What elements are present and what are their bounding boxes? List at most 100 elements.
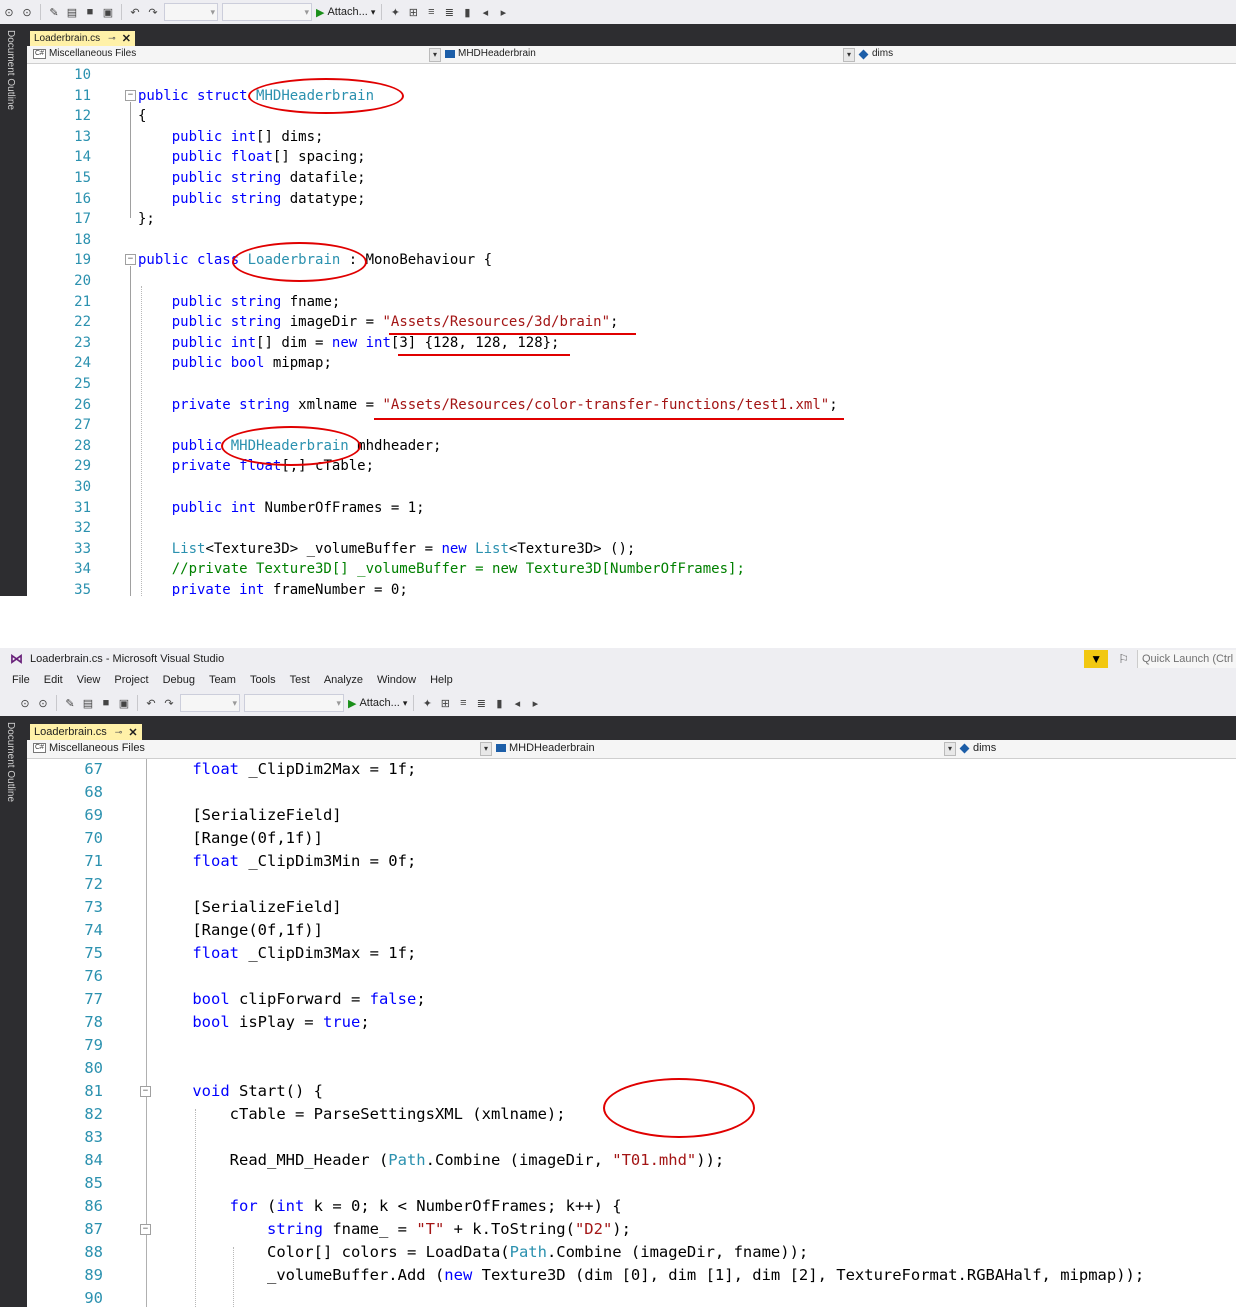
menu-team[interactable]: Team [207,674,238,686]
save-all-icon[interactable]: ▣ [101,4,115,20]
code-line[interactable]: 75 float _ClipDim3Max = 1f; [27,942,1227,965]
menu-edit[interactable]: Edit [42,674,65,686]
member-combo[interactable]: dims [958,741,1228,755]
code-line[interactable]: 69 [SerializeField] [27,804,1227,827]
comment-icon[interactable]: ≡ [456,695,470,711]
code-line[interactable]: 72 [27,873,1227,896]
type-combo[interactable]: MHDHeaderbrain [443,47,853,61]
code-line[interactable]: 76 [27,965,1227,988]
code-line[interactable]: 74 [Range(0f,1f)] [27,919,1227,942]
menu-help[interactable]: Help [428,674,455,686]
save-icon[interactable]: ■ [99,695,113,711]
open-file-icon[interactable]: ▤ [65,4,79,20]
code-line[interactable]: 80 [27,1057,1227,1080]
code-line[interactable]: 24 public bool mipmap; [27,353,1227,374]
menu-file[interactable]: File [10,674,32,686]
code-line[interactable]: 15 public string datafile; [27,168,1227,189]
solution-config-combo[interactable] [164,3,218,21]
code-line[interactable]: 11 public struct MHDHeaderbrain [27,86,1227,107]
uncomment-icon[interactable]: ≣ [474,695,488,711]
browser-link-icon[interactable]: ✦ [388,4,402,20]
code-line[interactable]: 77 bool clipForward = false; [27,988,1227,1011]
code-line[interactable]: 67 float _ClipDim2Max = 1f; [27,759,1227,781]
code-line[interactable]: 33 List<Texture3D> _volumeBuffer = new L… [27,539,1227,560]
new-project-icon[interactable]: ✎ [63,695,77,711]
solution-platform-combo[interactable] [222,3,312,21]
document-outline-panel[interactable]: Document Outline [0,24,27,596]
browser-link-icon[interactable]: ✦ [420,695,434,711]
chevron-down-icon[interactable]: ▾ [480,742,492,756]
project-combo[interactable]: C# Miscellaneous Files [30,741,490,755]
menu-view[interactable]: View [75,674,103,686]
back-icon[interactable]: ⊙ [18,695,32,711]
close-icon[interactable]: ✕ [122,32,131,45]
code-line[interactable]: 85 [27,1172,1227,1195]
code-line[interactable]: 10 [27,65,1227,86]
save-icon[interactable]: ■ [83,4,97,20]
menu-debug[interactable]: Debug [161,674,197,686]
code-line[interactable]: 90 [27,1287,1227,1307]
fold-region-line[interactable] [130,102,131,218]
code-line[interactable]: 29 private float[,] cTable; [27,456,1227,477]
pin-icon[interactable]: ⊸ [115,727,123,738]
code-line[interactable]: 28 public MHDHeaderbrain mhdheader; [27,436,1227,457]
fold-collapse-icon[interactable]: − [125,254,136,265]
code-line[interactable]: 25 [27,374,1227,395]
code-line[interactable]: 78 bool isPlay = true; [27,1011,1227,1034]
code-line[interactable]: 20 [27,271,1227,292]
code-line[interactable]: 26 private string xmlname = "Assets/Reso… [27,395,1227,416]
forward-icon[interactable]: ⊙ [36,695,50,711]
redo-icon[interactable]: ↷ [146,4,160,20]
code-line[interactable]: 88 Color[] colors = LoadData(Path.Combin… [27,1241,1227,1264]
forward-icon[interactable]: ⊙ [20,4,34,20]
attach-button[interactable]: ▶ Attach... ▾ [346,694,409,712]
code-line[interactable]: 31 public int NumberOfFrames = 1; [27,498,1227,519]
undo-icon[interactable]: ↶ [128,4,142,20]
code-line[interactable]: 21 public string fname; [27,292,1227,313]
new-project-icon[interactable]: ✎ [47,4,61,20]
open-file-icon[interactable]: ▤ [81,695,95,711]
next-bookmark-icon[interactable]: ▸ [528,695,542,711]
close-icon[interactable]: ✕ [128,726,137,739]
code-line[interactable]: 70 [Range(0f,1f)] [27,827,1227,850]
solution-platform-combo[interactable] [244,694,344,712]
code-line[interactable]: 32 [27,518,1227,539]
code-line[interactable]: 89 _volumeBuffer.Add (new Texture3D (dim… [27,1264,1227,1287]
chevron-down-icon[interactable]: ▾ [429,48,441,62]
prev-bookmark-icon[interactable]: ◂ [478,4,492,20]
code-line[interactable]: 87 string fname_ = "T" + k.ToString("D2"… [27,1218,1227,1241]
tab-loaderbrain[interactable]: Loaderbrain.cs ⊸ ✕ [30,31,135,46]
prev-bookmark-icon[interactable]: ◂ [510,695,524,711]
code-line[interactable]: 18 [27,230,1227,251]
code-line[interactable]: 34 //private Texture3D[] _volumeBuffer =… [27,559,1227,580]
find-icon[interactable]: ⊞ [438,695,452,711]
code-line[interactable]: 17}; [27,209,1227,230]
next-bookmark-icon[interactable]: ▸ [496,4,510,20]
menu-test[interactable]: Test [288,674,312,686]
chevron-down-icon[interactable]: ▾ [944,742,956,756]
menu-window[interactable]: Window [375,674,418,686]
project-combo[interactable]: C# Miscellaneous Files [30,47,440,61]
document-outline-panel[interactable]: Document Outline [0,716,27,1307]
find-icon[interactable]: ⊞ [406,4,420,20]
code-editor[interactable]: 67 float _ClipDim2Max = 1f; 68 69 [Seriali… [27,759,1236,1307]
uncomment-icon[interactable]: ≣ [442,4,456,20]
code-line[interactable]: 23 public int[] dim = new int[3] {128, 1… [27,333,1227,354]
menu-project[interactable]: Project [112,674,150,686]
type-combo[interactable]: MHDHeaderbrain [494,741,944,755]
code-line[interactable]: 13 public int[] dims; [27,127,1227,148]
chevron-down-icon[interactable]: ▾ [843,48,855,62]
code-line[interactable]: 14 public float[] spacing; [27,147,1227,168]
code-editor[interactable]: 10 11 public struct MHDHeaderbrain 12{13 pu… [27,64,1236,596]
undo-icon[interactable]: ↶ [144,695,158,711]
bookmark-icon[interactable]: ▮ [460,4,474,20]
code-line[interactable]: 86 for (int k = 0; k < NumberOfFrames; k… [27,1195,1227,1218]
code-line[interactable]: 30 [27,477,1227,498]
pin-icon[interactable]: ⊸ [108,33,116,44]
fold-collapse-icon[interactable]: − [125,90,136,101]
comment-icon[interactable]: ≡ [424,4,438,20]
code-line[interactable]: 12 { [27,106,1227,127]
redo-icon[interactable]: ↷ [162,695,176,711]
code-line[interactable]: 84 Read_MHD_Header (Path.Combine (imageD… [27,1149,1227,1172]
filter-icon[interactable]: ▼ [1084,650,1109,668]
